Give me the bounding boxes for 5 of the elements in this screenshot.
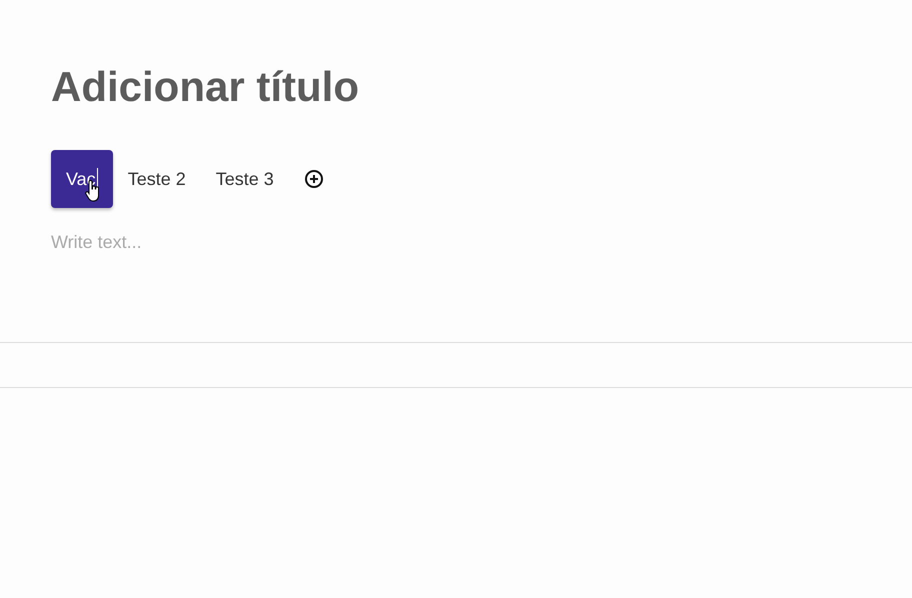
text-editor[interactable]: Write text... xyxy=(51,232,451,253)
page-title[interactable]: Adicionar título xyxy=(51,60,861,114)
tab[interactable]: Teste 2 xyxy=(112,150,201,208)
tab[interactable]: Teste 3 xyxy=(200,150,289,208)
add-tab-button[interactable] xyxy=(302,168,325,190)
